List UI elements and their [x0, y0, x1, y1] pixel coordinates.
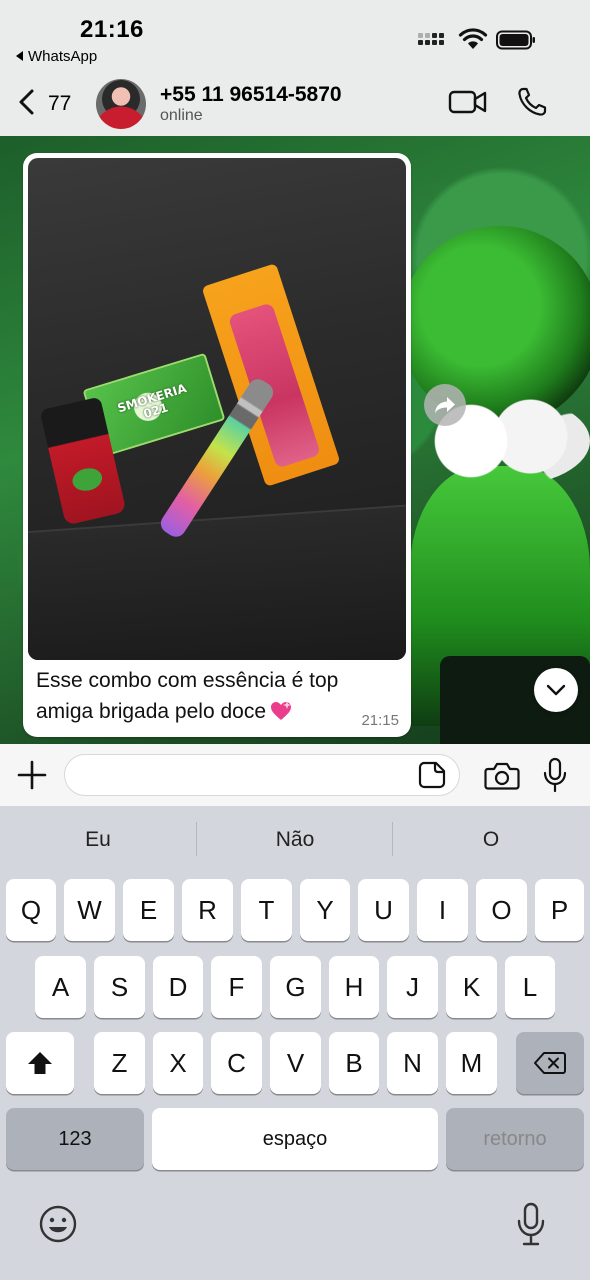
phone-call-icon[interactable] — [516, 86, 548, 118]
message-text-line2: amiga brigada pelo doce — [36, 700, 266, 723]
forward-arrow-icon — [435, 397, 455, 413]
message-input[interactable] — [64, 754, 460, 796]
suggestion-2[interactable]: Não — [197, 828, 393, 852]
wifi-icon — [458, 28, 488, 49]
keyboard: Eu Não O Q W E R T Y U I O P A S D F G H… — [0, 806, 590, 1280]
battery-icon — [496, 30, 535, 50]
scroll-to-bottom-button[interactable] — [534, 668, 578, 712]
cellular-signal-icon — [418, 33, 450, 48]
photo-surface — [28, 503, 406, 660]
key-v[interactable]: V — [270, 1032, 321, 1094]
chat-area[interactable]: SMOKERIA 021 Esse combo com essência é to… — [0, 136, 590, 744]
key-n[interactable]: N — [387, 1032, 438, 1094]
plus-icon[interactable] — [16, 759, 48, 791]
key-c[interactable]: C — [211, 1032, 262, 1094]
key-q[interactable]: Q — [6, 879, 56, 941]
back-to-app-link[interactable]: WhatsApp — [16, 48, 97, 65]
key-b[interactable]: B — [329, 1032, 379, 1094]
contact-avatar[interactable] — [96, 79, 146, 129]
predictive-bar: Eu Não O — [0, 806, 590, 872]
key-a[interactable]: A — [35, 956, 86, 1018]
back-triangle-icon — [16, 51, 23, 61]
backspace-icon — [534, 1052, 566, 1074]
key-i[interactable]: I — [417, 879, 468, 941]
key-j[interactable]: J — [387, 956, 438, 1018]
message-bubble[interactable]: SMOKERIA 021 Esse combo com essência é to… — [23, 153, 411, 737]
back-chevron-icon[interactable] — [14, 86, 42, 118]
sparkling-heart-icon — [271, 701, 291, 720]
key-h[interactable]: H — [329, 956, 379, 1018]
key-g[interactable]: G — [270, 956, 321, 1018]
shift-key[interactable] — [6, 1032, 74, 1094]
key-z[interactable]: Z — [94, 1032, 145, 1094]
key-o[interactable]: O — [476, 879, 527, 941]
key-p[interactable]: P — [535, 879, 584, 941]
delete-key[interactable] — [516, 1032, 584, 1094]
back-app-label: WhatsApp — [28, 48, 98, 65]
dictation-mic-icon[interactable] — [516, 1202, 546, 1246]
message-photo[interactable]: SMOKERIA 021 — [28, 158, 406, 660]
unread-count[interactable]: 77 — [48, 92, 71, 116]
key-w[interactable]: W — [64, 879, 115, 941]
key-d[interactable]: D — [153, 956, 203, 1018]
contact-name[interactable]: +55 11 96514-5870 — [160, 83, 342, 107]
video-call-icon[interactable] — [448, 88, 488, 116]
contact-status: online — [160, 107, 203, 124]
emoji-icon[interactable] — [38, 1204, 78, 1244]
space-key[interactable]: espaço — [152, 1108, 438, 1170]
chevron-down-icon — [546, 684, 566, 696]
suggestion-3[interactable]: O — [393, 828, 589, 852]
key-l[interactable]: L — [505, 956, 555, 1018]
key-u[interactable]: U — [358, 879, 409, 941]
status-time: 21:16 — [80, 16, 144, 43]
numbers-key[interactable]: 123 — [6, 1108, 144, 1170]
sticker-icon[interactable] — [418, 761, 446, 789]
key-k[interactable]: K — [446, 956, 497, 1018]
camera-icon[interactable] — [484, 761, 520, 791]
message-text-line1: Esse combo com essência é top — [36, 669, 339, 692]
message-text: Esse combo com essência é top amiga brig… — [36, 665, 386, 727]
forward-button[interactable] — [424, 384, 466, 426]
key-f[interactable]: F — [211, 956, 262, 1018]
key-m[interactable]: M — [446, 1032, 497, 1094]
microphone-icon[interactable] — [542, 757, 568, 793]
key-s[interactable]: S — [94, 956, 145, 1018]
key-x[interactable]: X — [153, 1032, 203, 1094]
suggestion-1[interactable]: Eu — [0, 828, 196, 852]
composer-bar — [0, 744, 590, 806]
key-e[interactable]: E — [123, 879, 174, 941]
key-y[interactable]: Y — [300, 879, 350, 941]
return-key[interactable]: retorno — [446, 1108, 584, 1170]
message-time: 21:15 — [361, 712, 399, 729]
top-bar: 21:16 WhatsApp 77 +55 11 96514-5870 onli… — [0, 0, 590, 136]
key-t[interactable]: T — [241, 879, 292, 941]
key-r[interactable]: R — [182, 879, 233, 941]
shift-arrow-icon — [28, 1052, 52, 1074]
